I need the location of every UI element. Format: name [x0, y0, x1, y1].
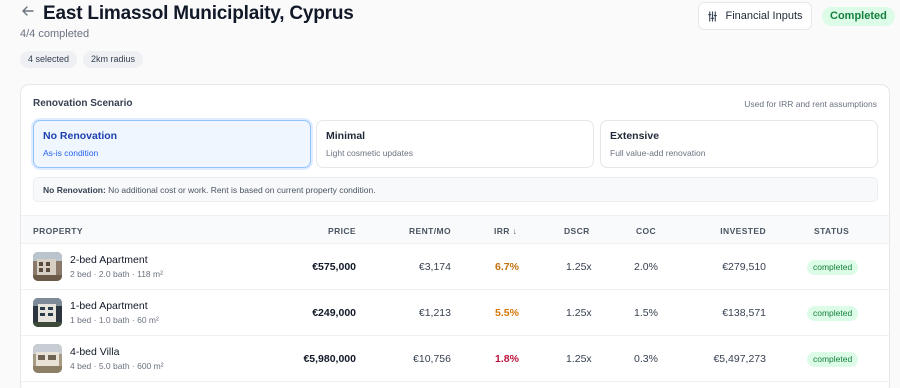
scenario-name: Minimal [326, 130, 366, 142]
property-details: 4 bed · 5.0 bath · 600 m² [70, 361, 164, 371]
irr-cell: 6.7% [495, 261, 519, 273]
dscr-cell: 1.25x [566, 353, 592, 365]
scenario-desc: Full value-add renovation [610, 148, 706, 158]
scenario-name: No Renovation [43, 130, 118, 142]
radius-chip[interactable]: 2km radius [83, 51, 144, 68]
renovation-info: No Renovation: No additional cost or wor… [33, 177, 878, 202]
progress-text: 4/4 completed [20, 28, 90, 40]
property-thumbnail [33, 344, 62, 373]
scenario-name: Extensive [610, 130, 660, 142]
table-header: PROPERTY PRICE RENT/MO IRR ↓ DSCR COC IN… [21, 215, 889, 244]
dscr-cell: 1.25x [566, 307, 592, 319]
property-details: 2 bed · 2.0 bath · 118 m² [70, 269, 163, 279]
row-status-badge: completed [807, 352, 859, 367]
filter-chips: 4 selected 2km radius [20, 51, 144, 68]
coc-cell: 0.3% [634, 353, 658, 365]
price-cell: €5,980,000 [303, 353, 356, 365]
coc-cell: 2.0% [634, 261, 658, 273]
property-name: 2-bed Apartment [70, 254, 148, 266]
renovation-title: Renovation Scenario [33, 98, 133, 109]
price-cell: €249,000 [312, 307, 356, 319]
renovation-info-label: No Renovation: [43, 185, 106, 195]
property-details: 1 bed · 1.0 bath · 60 m² [70, 315, 159, 325]
back-arrow-icon[interactable] [20, 3, 36, 19]
invested-cell: €279,510 [722, 261, 766, 273]
table-row[interactable]: 1-bed Apartment 1 bed · 1.0 bath · 60 m²… [21, 290, 889, 336]
irr-cell: 1.8% [495, 353, 519, 365]
invested-cell: €138,571 [722, 307, 766, 319]
header-rent[interactable]: RENT/MO [409, 226, 451, 236]
header-property[interactable]: PROPERTY [33, 226, 83, 236]
price-cell: €575,000 [312, 261, 356, 273]
rent-cell: €10,756 [413, 353, 451, 365]
selected-count-chip[interactable]: 4 selected [20, 51, 78, 68]
header-irr[interactable]: IRR ↓ [494, 226, 517, 236]
dscr-cell: 1.25x [566, 261, 592, 273]
financial-inputs-button[interactable]: Financial Inputs [698, 2, 812, 30]
rent-cell: €3,174 [418, 261, 451, 273]
table-row[interactable]: 4-bed Villa 4 bed · 5.0 bath · 600 m² €5… [21, 336, 889, 382]
rent-cell: €1,213 [418, 307, 451, 319]
irr-cell: 5.5% [495, 307, 519, 319]
header-coc[interactable]: COC [636, 226, 656, 236]
scenario-no-renovation[interactable]: No Renovation As-is condition [33, 120, 311, 168]
row-status-badge: completed [807, 306, 859, 321]
renovation-note: Used for IRR and rent assumptions [744, 99, 877, 109]
status-badge: Completed [822, 7, 895, 26]
header-dscr[interactable]: DSCR [564, 226, 590, 236]
property-name: 1-bed Apartment [70, 300, 148, 312]
page-header: East Limassol Municiplaity, Cyprus 4/4 c… [20, 0, 895, 80]
property-thumbnail [33, 298, 62, 327]
analysis-panel: Renovation Scenario Used for IRR and ren… [20, 84, 890, 388]
header-price[interactable]: PRICE [328, 226, 356, 236]
scenario-desc: Light cosmetic updates [326, 148, 413, 158]
property-name: 4-bed Villa [70, 346, 120, 358]
coc-cell: 1.5% [634, 307, 658, 319]
header-invested[interactable]: INVESTED [720, 226, 766, 236]
scenario-desc: As-is condition [43, 148, 99, 158]
row-status-badge: completed [807, 260, 859, 275]
table-row[interactable]: 2-bed Apartment 2 bed · 2.0 bath · 118 m… [21, 244, 889, 290]
property-thumbnail [33, 252, 62, 281]
header-status[interactable]: STATUS [814, 226, 849, 236]
financial-inputs-label: Financial Inputs [725, 10, 803, 22]
page-title: East Limassol Municiplaity, Cyprus [43, 3, 354, 24]
scenario-minimal[interactable]: Minimal Light cosmetic updates [316, 120, 594, 168]
sliders-icon [708, 10, 718, 22]
scenario-extensive[interactable]: Extensive Full value-add renovation [600, 120, 878, 168]
invested-cell: €5,497,273 [713, 353, 766, 365]
renovation-info-text: No additional cost or work. Rent is base… [105, 185, 376, 195]
